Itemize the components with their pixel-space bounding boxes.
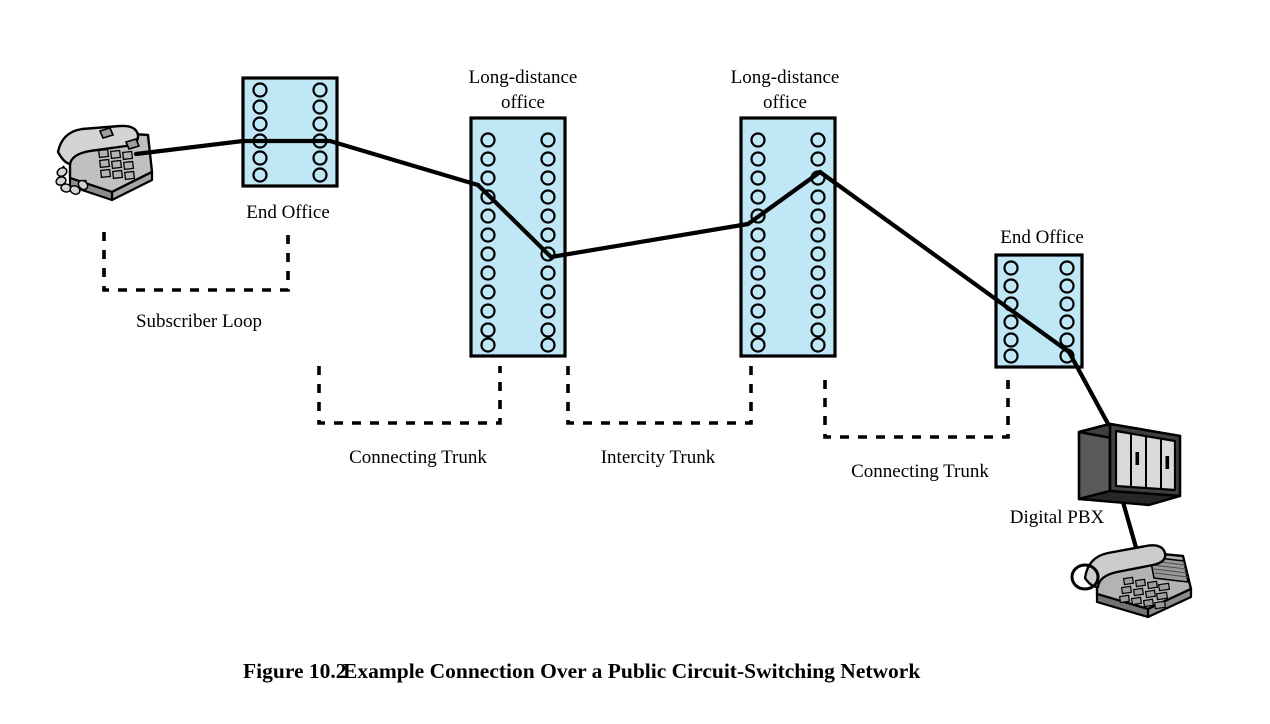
label-subscriber-loop: Subscriber Loop bbox=[136, 311, 262, 332]
bracket-subscriber-loop bbox=[102, 232, 290, 292]
label-connecting-trunk-right: Connecting Trunk bbox=[851, 461, 989, 482]
wire-subscriber-loop bbox=[133, 138, 246, 157]
figure-caption-number: Figure 10.2 bbox=[243, 659, 347, 683]
circuit-switching-network-diagram: End Office Long-distance office Long-dis… bbox=[55, 67, 1193, 683]
bracket-connecting-trunk-right bbox=[823, 380, 1010, 439]
telephone-icon-right bbox=[1070, 544, 1193, 619]
label-digital-pbx: Digital PBX bbox=[1010, 507, 1105, 528]
switch-long-distance-office-2 bbox=[739, 116, 837, 358]
digital-pbx-icon bbox=[1077, 422, 1182, 507]
label-end-office-right: End Office bbox=[1000, 227, 1084, 248]
label-intercity-trunk: Intercity Trunk bbox=[601, 447, 716, 468]
bracket-intercity-trunk bbox=[566, 366, 753, 425]
wire-end-office-right-to-pbx bbox=[1066, 349, 1116, 436]
switch-end-office-left bbox=[241, 76, 339, 188]
figure-caption-title: Example Connection Over a Public Circuit… bbox=[343, 659, 920, 683]
label-long-distance-office-1-line1: Long-distance bbox=[469, 67, 578, 88]
label-long-distance-office-2-line2: office bbox=[763, 92, 807, 113]
label-long-distance-office-1-line2: office bbox=[501, 92, 545, 113]
label-end-office-left: End Office bbox=[246, 202, 330, 223]
figure-container: End Office Long-distance office Long-dis… bbox=[0, 0, 1270, 724]
bracket-connecting-trunk-left bbox=[317, 366, 502, 425]
wire-intercity-trunk bbox=[548, 221, 751, 260]
telephone-icon-left bbox=[55, 124, 154, 202]
switch-long-distance-office-1 bbox=[469, 116, 567, 358]
label-connecting-trunk-left: Connecting Trunk bbox=[349, 447, 487, 468]
label-long-distance-office-2-line1: Long-distance bbox=[731, 67, 840, 88]
